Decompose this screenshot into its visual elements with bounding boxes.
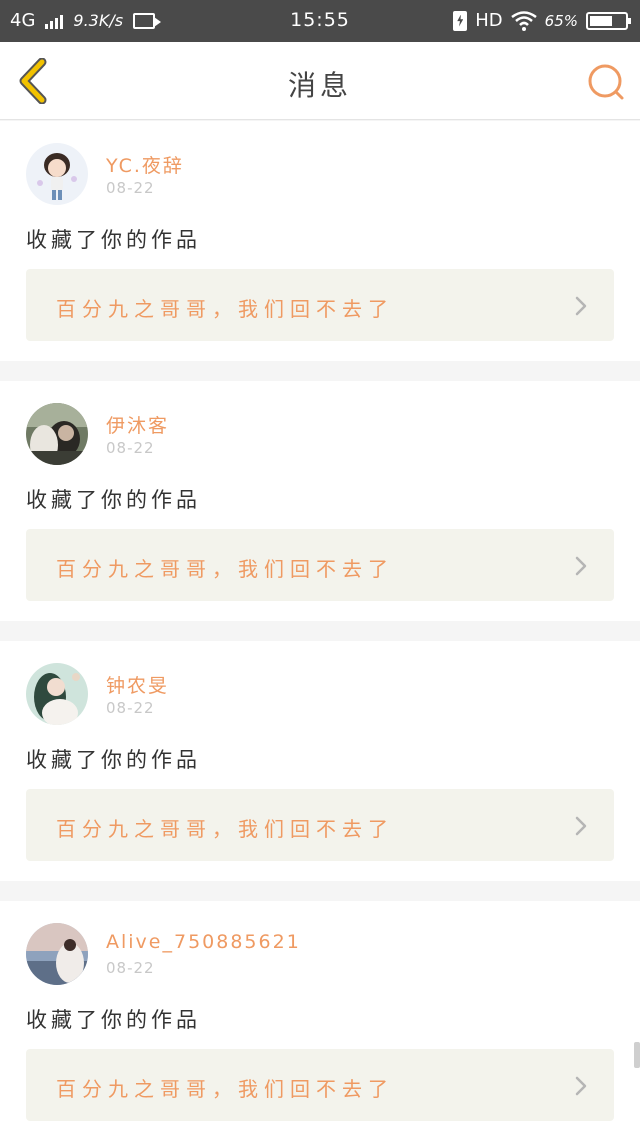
divider bbox=[0, 621, 640, 641]
avatar[interactable] bbox=[26, 923, 88, 985]
battery-icon bbox=[586, 11, 631, 30]
battery-fill bbox=[590, 15, 613, 26]
notification-item: Alive_750885621 08-22 收藏了你的作品 百分九之哥哥，我们回… bbox=[0, 901, 640, 1138]
username[interactable]: YC.夜辞 bbox=[106, 151, 184, 178]
chevron-right-icon bbox=[575, 1076, 587, 1096]
avatar[interactable] bbox=[26, 403, 88, 465]
status-bar: 4G 9.3K/s 15:55 HD 65% bbox=[0, 0, 640, 42]
username[interactable]: 伊沐客 bbox=[106, 411, 169, 438]
chevron-right-icon bbox=[575, 556, 587, 576]
notification-item: YC.夜辞 08-22 收藏了你的作品 百分九之哥哥，我们回不去了 bbox=[0, 121, 640, 361]
chevron-right-icon bbox=[575, 296, 587, 316]
action-text: 收藏了你的作品 bbox=[26, 1008, 201, 1032]
wifi-icon bbox=[510, 10, 537, 31]
battery-percent: 65% bbox=[544, 11, 578, 30]
username[interactable]: Alive_750885621 bbox=[106, 931, 301, 953]
notification-list: YC.夜辞 08-22 收藏了你的作品 百分九之哥哥，我们回不去了 伊沐客 08… bbox=[0, 121, 640, 1138]
divider bbox=[0, 881, 640, 901]
timestamp: 08-22 bbox=[106, 179, 155, 197]
charging-icon bbox=[453, 10, 468, 31]
avatar[interactable] bbox=[26, 663, 88, 725]
timestamp: 08-22 bbox=[106, 439, 155, 457]
action-text: 收藏了你的作品 bbox=[26, 488, 201, 512]
work-link[interactable]: 百分九之哥哥，我们回不去了 bbox=[26, 269, 614, 341]
status-right: HD 65% bbox=[453, 10, 631, 31]
work-link[interactable]: 百分九之哥哥，我们回不去了 bbox=[26, 1049, 614, 1121]
notification-item: 钟农旻 08-22 收藏了你的作品 百分九之哥哥，我们回不去了 bbox=[0, 641, 640, 881]
work-title: 百分九之哥哥，我们回不去了 bbox=[56, 557, 394, 581]
scrollbar[interactable] bbox=[634, 1042, 640, 1068]
timestamp: 08-22 bbox=[106, 959, 155, 977]
chevron-right-icon bbox=[575, 816, 587, 836]
action-text: 收藏了你的作品 bbox=[26, 228, 201, 252]
work-title: 百分九之哥哥，我们回不去了 bbox=[56, 1077, 394, 1101]
action-text: 收藏了你的作品 bbox=[26, 748, 201, 772]
hd-indicator: HD bbox=[475, 10, 503, 31]
work-title: 百分九之哥哥，我们回不去了 bbox=[56, 817, 394, 841]
work-title: 百分九之哥哥，我们回不去了 bbox=[56, 297, 394, 321]
work-link[interactable]: 百分九之哥哥，我们回不去了 bbox=[26, 789, 614, 861]
avatar[interactable] bbox=[26, 143, 88, 205]
search-icon[interactable] bbox=[586, 62, 626, 102]
timestamp: 08-22 bbox=[106, 699, 155, 717]
divider bbox=[0, 361, 640, 381]
page-title: 消息 bbox=[287, 69, 352, 102]
nav-bar: 消息 bbox=[0, 42, 640, 120]
username[interactable]: 钟农旻 bbox=[106, 671, 169, 698]
notification-item: 伊沐客 08-22 收藏了你的作品 百分九之哥哥，我们回不去了 bbox=[0, 381, 640, 621]
work-link[interactable]: 百分九之哥哥，我们回不去了 bbox=[26, 529, 614, 601]
